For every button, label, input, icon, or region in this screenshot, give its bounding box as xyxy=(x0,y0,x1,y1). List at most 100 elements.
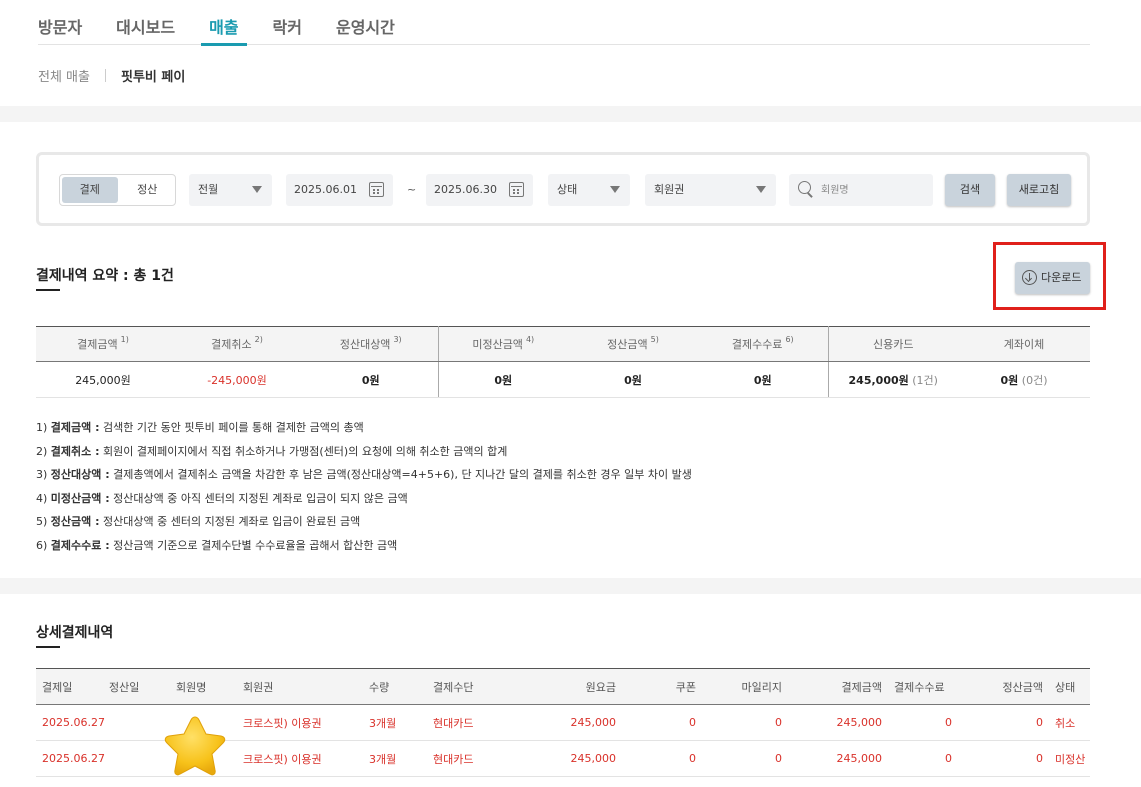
cell-status: 미정산 xyxy=(1049,740,1090,777)
col-member-name: 회원명 xyxy=(170,668,237,705)
membership-select[interactable]: 회원권 xyxy=(645,174,776,206)
cell-payment-fee: 0 xyxy=(888,704,958,741)
top-navigation: 방문자 대시보드 매출 락커 운영시간 전체 매출 핏투비 페이 xyxy=(0,0,1141,106)
cell-settled-amount: 0 xyxy=(958,740,1049,777)
value-credit-card: 245,000원 (1건) xyxy=(828,361,958,398)
cell-quantity: 3개월 xyxy=(363,704,427,741)
value-fee: 0원 xyxy=(698,361,829,398)
main-tabs: 방문자 대시보드 매출 락커 운영시간 xyxy=(38,0,1090,46)
calendar-icon[interactable] xyxy=(509,182,524,197)
cell-membership: 크로스핏) 이용권 xyxy=(237,704,363,741)
cell-original-price: 245,000 xyxy=(519,704,622,741)
col-payment-date: 결제일 xyxy=(36,668,103,705)
mode-toggle: 결제 정산 xyxy=(59,174,176,206)
cell-coupon: 0 xyxy=(622,740,702,777)
search-button[interactable]: 검색 xyxy=(945,174,995,206)
calendar-icon[interactable] xyxy=(369,182,384,197)
value-bank-transfer: 0원 (0건) xyxy=(958,361,1090,398)
note-item: 1) 결제금액 : 검색한 기간 동안 핏투비 페이를 통해 결제한 금액의 총… xyxy=(36,421,364,434)
title-underline xyxy=(36,646,60,648)
refresh-button[interactable]: 새로고침 xyxy=(1007,174,1071,206)
tab-operating-hours[interactable]: 운영시간 xyxy=(336,0,395,45)
subtab-fit2b-pay[interactable]: 핏투비 페이 xyxy=(121,66,185,85)
summary-section: 결제 정산 전월 2025.06.01 ~ 2025.06.30 상태 회원권 … xyxy=(0,122,1141,578)
detail-header-row: 결제일 정산일 회원명 회원권 수량 결제수단 원요금 쿠폰 마일리지 결제금액… xyxy=(36,668,1090,705)
status-select-value: 상태 xyxy=(557,183,578,196)
note-item: 2) 결제취소 : 회원이 결제페이지에서 직접 취소하거나 가맹점(센터)의 … xyxy=(36,444,508,458)
summary-title: 결제내역 요약 : 총 1건 xyxy=(36,268,174,284)
tab-visitors[interactable]: 방문자 xyxy=(38,0,82,45)
col-payment-amount: 결제금액 xyxy=(788,668,888,705)
note-item: 4) 미정산금액 : 정산대상액 중 아직 센터의 지정된 계좌로 입금이 되지… xyxy=(36,491,408,505)
period-select-value: 전월 xyxy=(198,183,219,196)
col-settle-date: 정산일 xyxy=(103,668,170,705)
header-settled: 정산금액 5) xyxy=(568,326,698,362)
date-to-field[interactable]: 2025.06.30 xyxy=(426,174,533,206)
cell-payment-amount: 245,000 xyxy=(788,740,888,777)
cell-payment-method: 현대카드 xyxy=(427,740,519,777)
col-mileage: 마일리지 xyxy=(702,668,788,705)
header-bank-transfer: 계좌이체 xyxy=(958,326,1090,362)
summary-table: 결제금액 1) 결제취소 2) 정산대상액 3) 미정산금액 4) 정산금액 5) 결제수… xyxy=(36,326,1090,398)
cell-payment-date: 2025.06.27 xyxy=(36,740,105,777)
title-underline xyxy=(36,289,60,291)
caret-down-icon xyxy=(756,186,766,193)
cell-payment-method: 현대카드 xyxy=(427,704,519,741)
period-select[interactable]: 전월 xyxy=(189,174,272,206)
header-credit-card: 신용카드 xyxy=(828,326,958,362)
tab-sales[interactable]: 매출 xyxy=(200,0,248,46)
header-unsettled: 미정산금액 4) xyxy=(438,326,568,362)
cell-membership: 크로스핏) 이용권 xyxy=(237,740,363,777)
col-original-price: 원요금 xyxy=(519,668,622,705)
col-coupon: 쿠폰 xyxy=(622,668,702,705)
summary-value-row: 245,000원 -245,000원 0원 0원 0원 0원 245,000원 … xyxy=(36,361,1090,398)
value-unsettled: 0원 xyxy=(438,361,568,398)
mode-payment-button[interactable]: 결제 xyxy=(62,177,118,203)
value-settled: 0원 xyxy=(568,361,698,398)
tab-dashboard[interactable]: 대시보드 xyxy=(116,0,175,45)
member-name-input[interactable] xyxy=(821,174,927,206)
search-icon xyxy=(798,181,813,196)
subtab-divider xyxy=(104,69,106,82)
caret-down-icon xyxy=(252,186,262,193)
col-payment-fee: 결제수수료 xyxy=(888,668,958,705)
cell-payment-fee: 0 xyxy=(888,740,958,777)
col-payment-method: 결제수단 xyxy=(427,668,519,705)
col-quantity: 수량 xyxy=(363,668,427,705)
tab-locker[interactable]: 락커 xyxy=(273,0,302,45)
caret-down-icon xyxy=(610,186,620,193)
filter-bar: 결제 정산 전월 2025.06.01 ~ 2025.06.30 상태 회원권 … xyxy=(36,152,1090,226)
col-status: 상태 xyxy=(1049,668,1090,705)
header-settle-target: 정산대상액 3) xyxy=(304,326,439,362)
header-payment: 결제금액 1) xyxy=(36,326,170,362)
cell-payment-amount: 245,000 xyxy=(788,704,888,741)
cell-settled-amount: 0 xyxy=(958,704,1049,741)
summary-notes: 1) 결제금액 : 검색한 기간 동안 핏투비 페이를 통해 결제한 금액의 총… xyxy=(36,416,692,557)
detail-title: 상세결제내역 xyxy=(36,625,114,641)
note-item: 5) 정산금액 : 정산대상액 중 센터의 지정된 계좌로 입금이 완료된 금액 xyxy=(36,515,361,528)
download-icon xyxy=(1022,270,1037,285)
cell-quantity: 3개월 xyxy=(363,740,427,777)
date-from-field[interactable]: 2025.06.01 xyxy=(286,174,393,206)
cell-status: 취소 xyxy=(1049,704,1090,741)
date-range-separator: ~ xyxy=(407,183,417,196)
download-label: 다운로드 xyxy=(1041,271,1082,284)
value-settle-target: 0원 xyxy=(304,361,439,398)
summary-header-row: 결제금액 1) 결제취소 2) 정산대상액 3) 미정산금액 4) 정산금액 5) 결제수… xyxy=(36,326,1090,362)
subtab-total-sales[interactable]: 전체 매출 xyxy=(38,66,90,85)
header-cancel: 결제취소 2) xyxy=(170,326,304,362)
value-payment: 245,000원 xyxy=(36,361,170,398)
download-button[interactable]: 다운로드 xyxy=(1015,262,1090,294)
mode-settlement-button[interactable]: 정산 xyxy=(120,175,176,205)
cell-payment-date: 2025.06.27 xyxy=(36,704,105,741)
date-to-value: 2025.06.30 xyxy=(434,183,497,196)
member-search xyxy=(789,174,933,206)
membership-select-value: 회원권 xyxy=(654,183,685,196)
cell-coupon: 0 xyxy=(622,704,702,741)
detail-section: 상세결제내역 결제일 정산일 회원명 회원권 수량 결제수단 원요금 쿠폰 마일… xyxy=(0,594,1141,787)
status-select[interactable]: 상태 xyxy=(548,174,630,206)
value-cancel: -245,000원 xyxy=(170,361,304,398)
col-settled-amount: 정산금액 xyxy=(958,668,1049,705)
date-from-value: 2025.06.01 xyxy=(294,183,357,196)
header-fee: 결제수수료 6) xyxy=(698,326,829,362)
